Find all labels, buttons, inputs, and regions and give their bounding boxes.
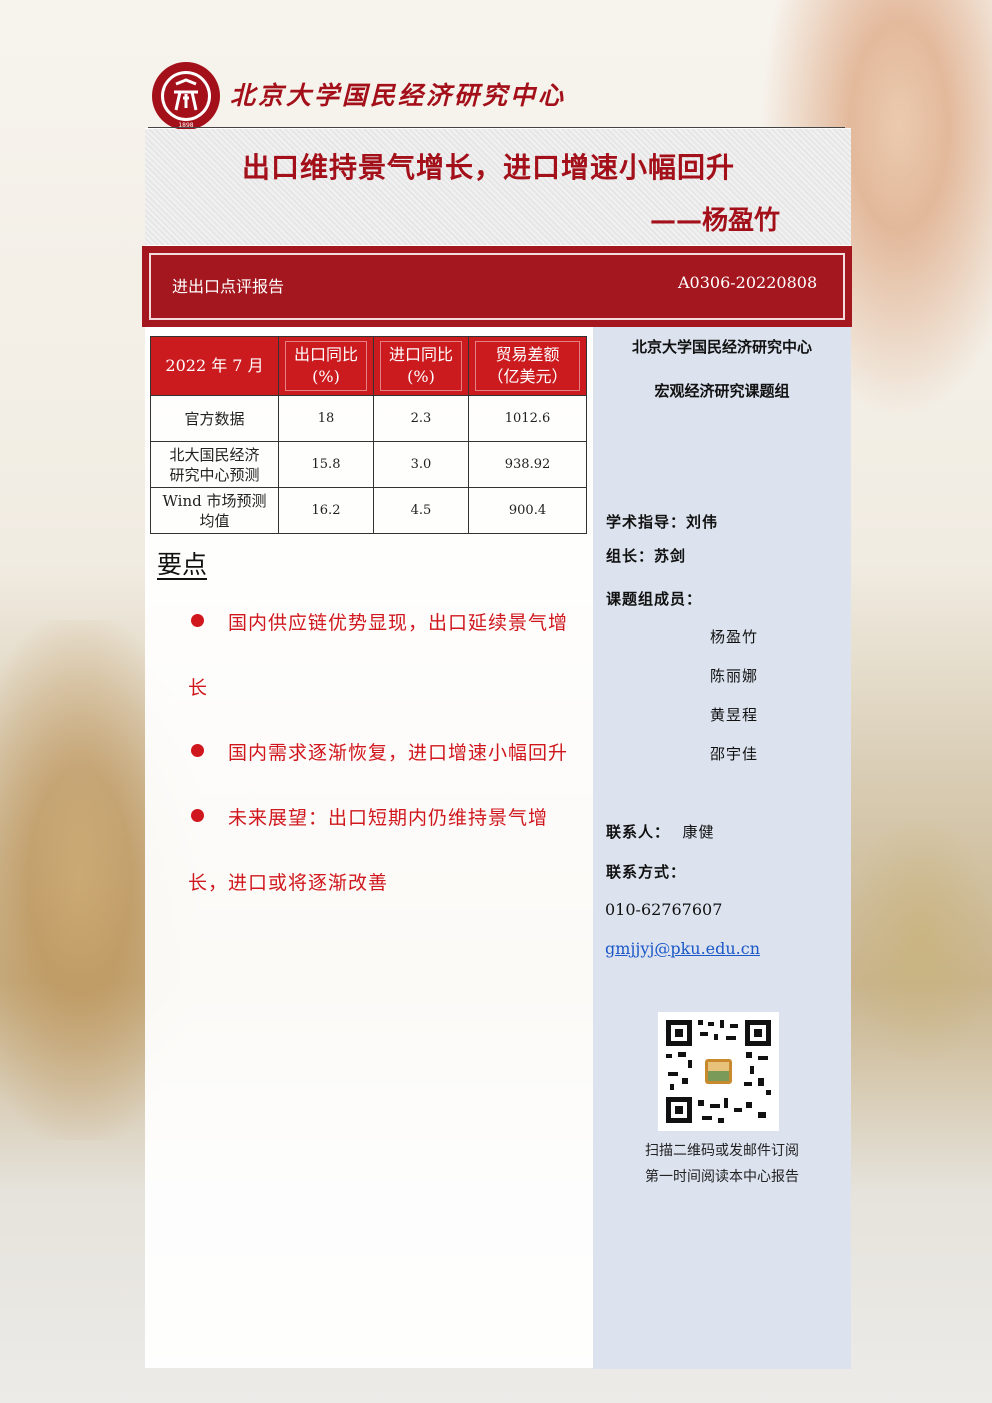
leader-row: 组长：苏剑	[606, 547, 687, 565]
table-row-label: 北大国民经济 研究中心预测	[150, 441, 279, 488]
table-cell-export: 15.8	[278, 441, 374, 488]
table-row: Wind 市场预测 均值 16.2 4.5 900.4	[150, 487, 587, 534]
bullet-dot-icon	[191, 614, 204, 627]
table-header-period: 2022 年 7 月	[150, 336, 279, 396]
bullet-dot-icon	[191, 809, 204, 822]
table-cell-import: 4.5	[373, 487, 469, 534]
email-link[interactable]: gmjjyj@pku.edu.cn	[605, 939, 760, 958]
forecast-table: 2022 年 7 月 出口同比 (%) 进口同比 (%) 贸易差额 （亿美元） 官方数…	[150, 336, 587, 534]
key-point-1-line-2: 长	[188, 677, 209, 699]
qr-code-icon	[658, 1012, 779, 1131]
member-name: 陈丽娜	[710, 667, 759, 685]
header-divider	[148, 127, 845, 128]
table-row-label: Wind 市场预测 均值	[150, 487, 279, 534]
table-cell-balance: 1012.6	[468, 395, 587, 442]
contact-row: 联系人： 康健	[606, 823, 715, 841]
table-row: 北大国民经济 研究中心预测 15.8 3.0 938.92	[150, 441, 587, 488]
table-cell-import: 2.3	[373, 395, 469, 442]
sidebar-org-name: 北京大学国民经济研究中心	[631, 338, 812, 356]
table-row: 官方数据 18 2.3 1012.6	[150, 395, 587, 442]
table-header-balance: 贸易差额 （亿美元）	[468, 336, 587, 396]
qr-caption-line-1: 扫描二维码或发邮件订阅	[645, 1143, 799, 1159]
phone-number: 010-62767607	[605, 900, 723, 919]
table-cell-balance: 900.4	[468, 487, 587, 534]
table-cell-export: 18	[278, 395, 374, 442]
report-title: 出口维持景气增长，进口增速小幅回升	[242, 151, 736, 184]
org-name: 北京大学国民经济研究中心	[230, 81, 567, 110]
key-points-title: 要点	[157, 550, 208, 579]
members-label: 课题组成员：	[606, 590, 703, 608]
table-cell-balance: 938.92	[468, 441, 587, 488]
qr-caption-line-2: 第一时间阅读本中心报告	[645, 1169, 799, 1185]
table-header-export: 出口同比 (%)	[278, 336, 374, 396]
table-header-row: 2022 年 7 月 出口同比 (%) 进口同比 (%) 贸易差额 （亿美元）	[150, 336, 587, 396]
sidebar-panel	[593, 327, 851, 1369]
bullet-dot-icon	[191, 744, 204, 757]
table-row-label: 官方数据	[150, 395, 279, 442]
background-shore	[850, 820, 992, 1060]
member-name: 杨盈竹	[710, 628, 759, 646]
pku-seal-logo-icon: 1898	[152, 62, 220, 130]
member-name: 邵宇佳	[710, 745, 759, 763]
contact-method-label: 联系方式：	[606, 863, 687, 881]
table-cell-import: 3.0	[373, 441, 469, 488]
report-author: ——杨盈竹	[650, 206, 781, 236]
member-name: 黄昱程	[710, 706, 759, 724]
sidebar-group-name: 宏观经济研究课题组	[654, 382, 790, 400]
key-point-3-line-1: 未来展望：出口短期内仍维持景气增	[228, 807, 549, 829]
report-type: 进出口点评报告	[172, 277, 285, 296]
table-cell-export: 16.2	[278, 487, 374, 534]
key-point-2-line-1: 国内需求逐渐恢复，进口增速小幅回升	[228, 742, 569, 764]
report-code: A0306-20220808	[678, 273, 818, 292]
advisor-row: 学术指导：刘伟	[606, 513, 719, 531]
key-point-3-line-2: 长，进口或将逐渐改善	[188, 872, 389, 894]
key-point-1-line-1: 国内供应链优势显现，出口延续景气增	[228, 612, 569, 634]
table-header-import: 进口同比 (%)	[373, 336, 469, 396]
